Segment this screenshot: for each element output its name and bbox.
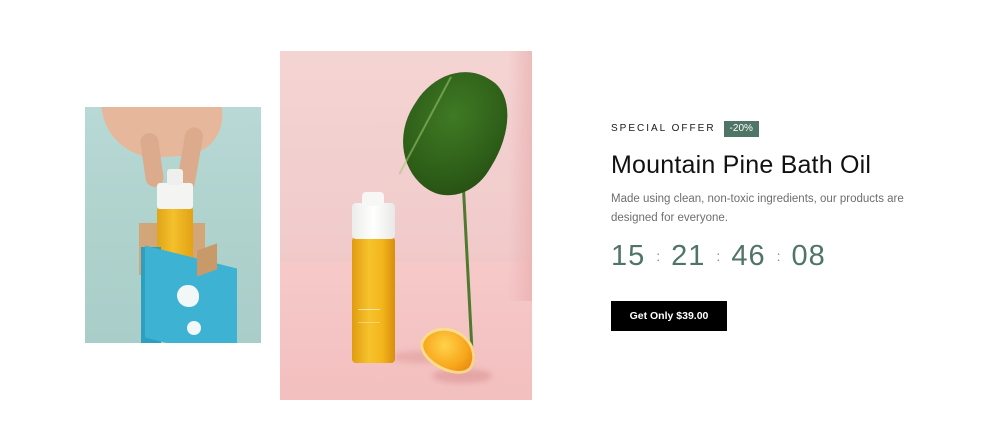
countdown-hours: 21 <box>671 240 706 272</box>
hand-shape <box>100 107 226 162</box>
countdown-seconds: 08 <box>791 240 826 272</box>
special-offer-section: SPECIAL OFFER -20% Mountain Pine Bath Oi… <box>0 0 1000 424</box>
primary-product-image <box>280 51 532 400</box>
countdown-separator: : <box>776 248 781 264</box>
product-title: Mountain Pine Bath Oil <box>611 151 872 179</box>
countdown-minutes: 46 <box>731 240 766 272</box>
countdown-separator: : <box>656 248 661 264</box>
offer-header: SPECIAL OFFER -20% <box>611 120 941 137</box>
countdown-separator: : <box>716 248 721 264</box>
oil-bottle <box>352 237 395 363</box>
secondary-product-image <box>85 107 261 343</box>
countdown-timer: 15 : 21 : 46 : 08 <box>611 239 941 273</box>
special-offer-label: SPECIAL OFFER <box>611 123 716 134</box>
discount-badge: -20% <box>723 120 759 137</box>
countdown-days: 15 <box>611 240 646 272</box>
product-description: Made using clean, non-toxic ingredients,… <box>611 193 904 224</box>
get-offer-button[interactable]: Get Only $39.00 <box>611 301 727 331</box>
offer-details: SPECIAL OFFER -20% Mountain Pine Bath Oi… <box>611 120 941 331</box>
